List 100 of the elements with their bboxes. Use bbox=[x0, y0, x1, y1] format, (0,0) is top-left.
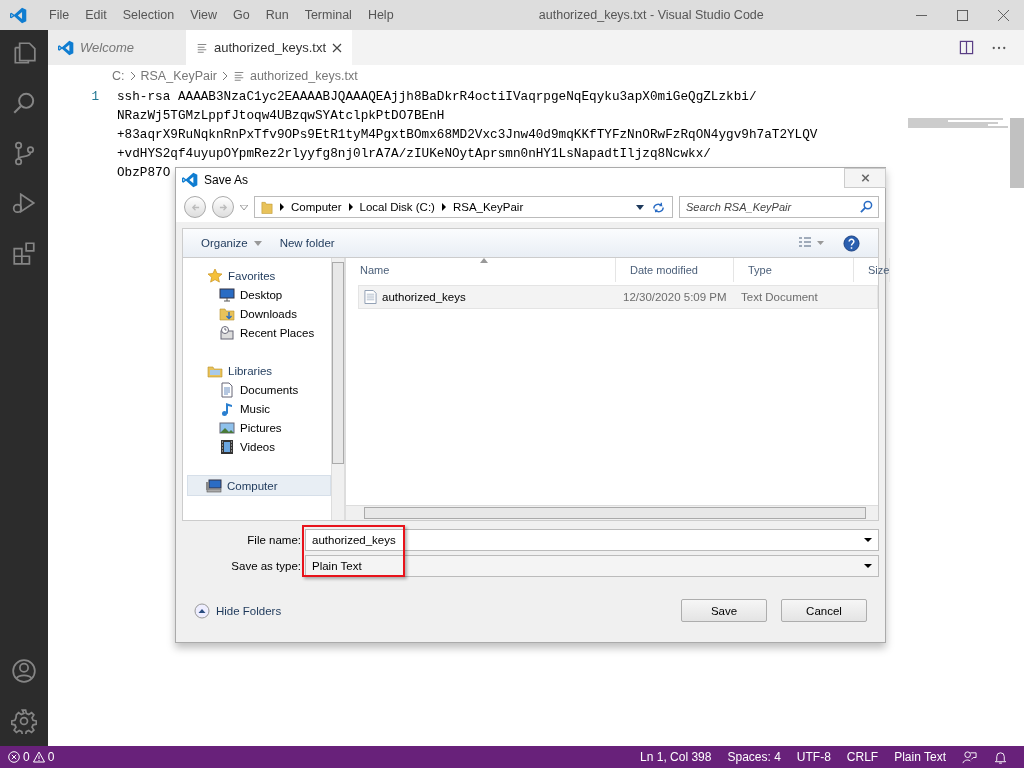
column-header[interactable]: Type bbox=[734, 258, 854, 282]
history-caret-icon[interactable] bbox=[240, 204, 248, 210]
folder-icon bbox=[261, 199, 273, 215]
code-line: ObzP87O bbox=[117, 164, 171, 182]
more-actions-icon[interactable] bbox=[992, 45, 1006, 50]
breadcrumb-item[interactable]: C: bbox=[112, 69, 125, 83]
settings-icon[interactable] bbox=[11, 708, 37, 734]
arrow-left-icon bbox=[190, 202, 200, 212]
field-label: File name: bbox=[246, 533, 301, 548]
file-row[interactable]: authorized_keys 12/30/2020 5:09 PM Text Document bbox=[358, 285, 878, 309]
menu-item[interactable]: Edit bbox=[77, 8, 115, 22]
status-item[interactable]: UTF-8 bbox=[788, 750, 839, 764]
close-tab-icon[interactable] bbox=[332, 42, 342, 53]
address-bar[interactable]: Computer Local Disk (C:) RSA_KeyPair bbox=[254, 196, 673, 218]
file-name-field[interactable]: authorized_keys bbox=[305, 529, 879, 551]
scrollbar[interactable] bbox=[346, 505, 878, 520]
column-header[interactable]: Date modified bbox=[616, 258, 734, 282]
nav-item[interactable]: Pictures bbox=[187, 418, 331, 437]
nav-item[interactable]: Libraries bbox=[187, 361, 331, 380]
line-number: 1 bbox=[90, 88, 100, 106]
nav-item[interactable]: Videos bbox=[187, 437, 331, 456]
nav-item[interactable]: Documents bbox=[187, 380, 331, 399]
nav-item[interactable]: Downloads bbox=[187, 304, 331, 323]
save-button[interactable]: Save bbox=[681, 599, 767, 622]
close-icon bbox=[860, 174, 870, 182]
save-as-type-dropdown[interactable]: Plain Text bbox=[305, 555, 879, 577]
scrollbar-thumb[interactable] bbox=[364, 507, 866, 519]
split-editor-icon[interactable] bbox=[959, 40, 974, 55]
menu-item[interactable]: File bbox=[41, 8, 78, 22]
chevron-right-icon bbox=[441, 203, 446, 211]
help-icon[interactable] bbox=[843, 234, 860, 252]
forward-button[interactable] bbox=[212, 196, 234, 218]
document-icon bbox=[219, 381, 235, 398]
address-segment[interactable]: RSA_KeyPair bbox=[452, 201, 524, 213]
menu-item[interactable]: Help bbox=[359, 8, 402, 22]
hide-folders-button[interactable]: Hide Folders bbox=[194, 602, 282, 619]
menu-item[interactable]: Go bbox=[225, 8, 258, 22]
column-header[interactable]: Size bbox=[854, 258, 891, 282]
search-field[interactable]: Search RSA_KeyPair bbox=[679, 196, 879, 218]
menu-item[interactable]: Run bbox=[257, 8, 297, 22]
caret-down-icon bbox=[253, 240, 262, 246]
nav-item[interactable]: Desktop bbox=[187, 285, 331, 304]
account-icon[interactable] bbox=[11, 658, 37, 684]
dropdown-caret-icon[interactable] bbox=[636, 204, 644, 210]
file-name[interactable]: authorized_keys bbox=[382, 291, 466, 303]
close-icon[interactable] bbox=[998, 9, 1009, 21]
nav-item[interactable]: Music bbox=[187, 399, 331, 418]
warning-icon bbox=[32, 751, 45, 763]
arrow-right-icon bbox=[218, 202, 228, 212]
back-button[interactable] bbox=[184, 196, 206, 218]
view-options-icon[interactable] bbox=[799, 237, 825, 249]
maximize-icon[interactable] bbox=[957, 9, 968, 21]
recent-places-icon bbox=[219, 324, 235, 341]
computer-icon bbox=[206, 477, 222, 494]
picture-icon bbox=[219, 419, 235, 436]
collapse-up-icon bbox=[194, 602, 210, 619]
editor-tab[interactable]: authorized_keys.txt bbox=[186, 30, 352, 65]
run-debug-icon[interactable] bbox=[11, 190, 37, 216]
files-icon[interactable] bbox=[11, 40, 37, 66]
status-item[interactable]: Spaces: 4 bbox=[719, 750, 789, 764]
scrollbar[interactable] bbox=[331, 258, 345, 520]
cancel-button[interactable]: Cancel bbox=[781, 599, 867, 622]
editor-tab[interactable]: Welcome bbox=[48, 30, 186, 65]
monitor-icon bbox=[219, 286, 235, 303]
close-button[interactable] bbox=[844, 168, 886, 188]
menu-item[interactable]: Terminal bbox=[296, 8, 360, 22]
search-icon[interactable] bbox=[11, 90, 37, 116]
address-segment[interactable]: Computer bbox=[291, 201, 342, 213]
nav-item[interactable]: Recent Places bbox=[187, 323, 331, 342]
address-segment[interactable]: Local Disk (C:) bbox=[359, 201, 435, 213]
star-icon bbox=[207, 267, 223, 284]
code-line: +83aqrX9RuNqknRnPxTfv9OPs9EtR1tyM4PgxtBOmx68MD2Vxc3Jnw40d9mqKKfTYFzNnORwFzRqON4ygv9h7aT2YLQV bbox=[117, 126, 818, 144]
chevron-right-icon bbox=[129, 71, 136, 81]
status-item[interactable]: Plain Text bbox=[886, 750, 954, 764]
status-item[interactable]: CRLF bbox=[838, 750, 887, 764]
download-folder-icon bbox=[219, 305, 235, 322]
nav-item[interactable]: Favorites bbox=[187, 266, 331, 285]
extensions-icon[interactable] bbox=[11, 240, 37, 266]
new-folder-button[interactable]: New folder bbox=[279, 237, 335, 249]
menu-item[interactable]: View bbox=[182, 8, 225, 22]
menu-item[interactable]: Selection bbox=[114, 8, 183, 22]
scrollbar-thumb[interactable] bbox=[332, 262, 344, 464]
text-document-icon bbox=[364, 289, 377, 305]
chevron-right-icon bbox=[348, 203, 353, 211]
organize-menu[interactable]: Organize bbox=[201, 237, 262, 249]
breadcrumb-item[interactable]: authorized_keys.txt bbox=[249, 69, 358, 83]
code-line: ssh-rsa AAAAB3NzaC1yc2EAAAABJQAAAQEAjjh8BaDkrR4octiIVaqrpgeNqEqyku3apX0miGeQgZLzkbi/ bbox=[117, 88, 757, 106]
chevron-right-icon bbox=[280, 203, 284, 211]
film-strip-icon bbox=[219, 438, 235, 455]
error-count[interactable]: 0 bbox=[23, 750, 30, 764]
code-line: +vdHYS2qf4uyupOYpmRez2rlyyfg8nj0lrA7A/zIUKeNOytAprsmn0nHY1LsNapadtIljzq8Ncwkx/ bbox=[117, 145, 711, 163]
dialog-title: Save As bbox=[204, 173, 249, 187]
status-item[interactable]: Ln 1, Col 398 bbox=[632, 750, 720, 764]
nav-item[interactable]: Computer bbox=[187, 475, 331, 496]
table-cell-text: 12/30/2020 5:09 PM bbox=[622, 291, 728, 303]
music-note-icon bbox=[219, 400, 235, 417]
breadcrumb-item[interactable]: RSA_KeyPair bbox=[140, 69, 217, 83]
scrollbar-thumb[interactable] bbox=[1010, 118, 1024, 188]
search-icon bbox=[860, 200, 873, 213]
warning-count[interactable]: 0 bbox=[47, 750, 55, 764]
